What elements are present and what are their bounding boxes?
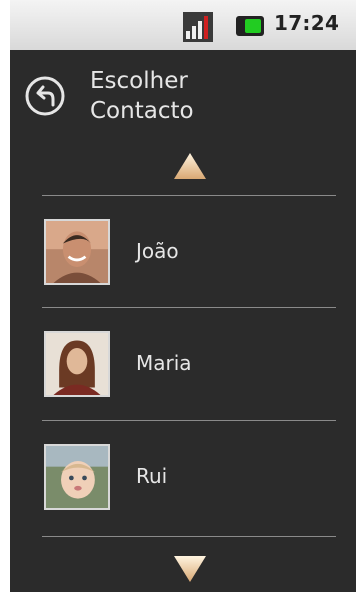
- title-line-1: Escolher: [90, 68, 188, 94]
- contact-row-joao[interactable]: João: [42, 196, 336, 306]
- contact-photo-rui: [44, 444, 110, 510]
- divider: [42, 536, 336, 537]
- signal-strength-icon: [183, 12, 213, 42]
- scroll-down-icon[interactable]: [172, 553, 208, 585]
- contact-photo-joao: [44, 219, 110, 285]
- status-bar: 17:24: [10, 0, 356, 50]
- contact-row-maria[interactable]: Maria: [42, 308, 336, 418]
- scroll-up-icon[interactable]: [172, 150, 208, 182]
- contact-photo-maria: [44, 331, 110, 397]
- contact-name: João: [136, 239, 179, 263]
- back-arrow-icon[interactable]: [24, 75, 66, 117]
- title-line-2: Contacto: [90, 98, 194, 124]
- contact-name: Rui: [136, 464, 168, 488]
- clock: 17:24: [274, 11, 340, 35]
- battery-icon: [236, 16, 264, 36]
- phone-screen: 17:24 Escolher Contacto João Maria Rui: [10, 0, 356, 592]
- contact-name: Maria: [136, 351, 192, 375]
- page-title: Escolher Contacto: [90, 66, 290, 126]
- contact-row-rui[interactable]: Rui: [42, 421, 336, 531]
